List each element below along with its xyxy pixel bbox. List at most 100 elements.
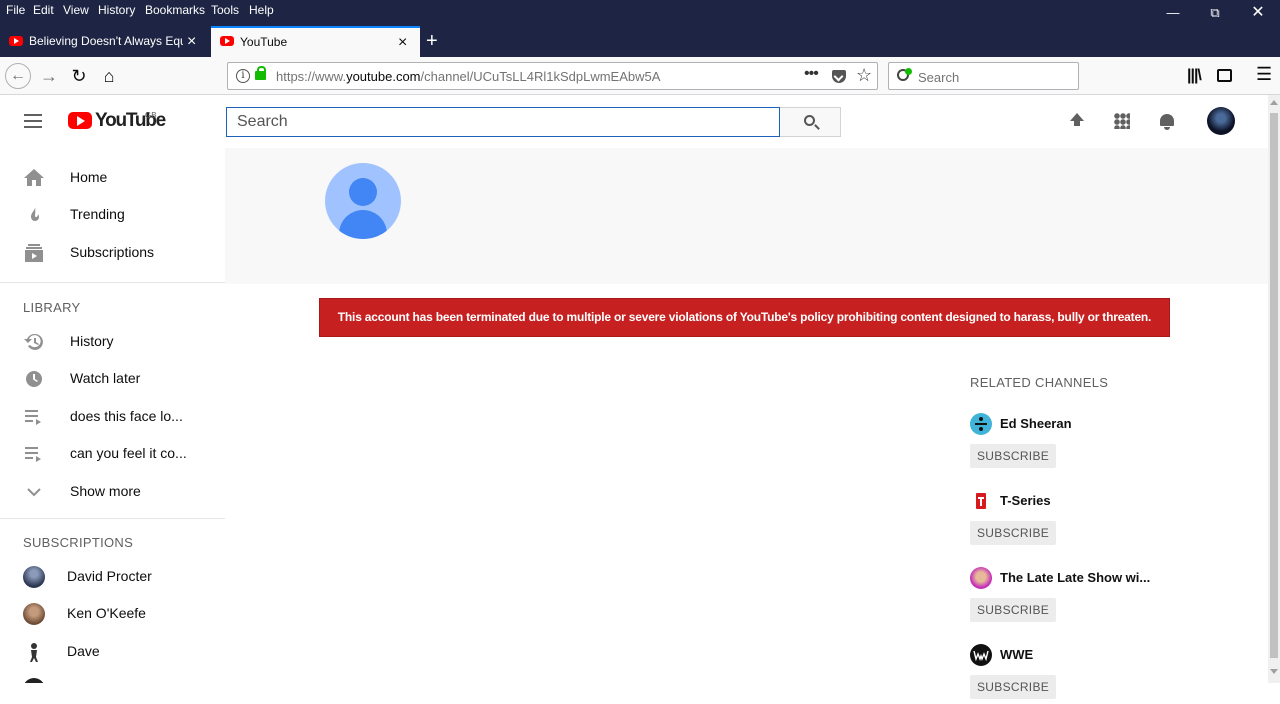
show-more-button[interactable]: Show more <box>0 473 225 510</box>
avatar[interactable] <box>970 567 992 589</box>
url-text: https://www.youtube.com/channel/UCuTsLL4… <box>276 69 661 84</box>
menu-view[interactable]: View <box>63 3 89 17</box>
youtube-search-input[interactable] <box>227 108 779 136</box>
minimize-button[interactable]: — <box>1150 0 1196 24</box>
youtube-search-button[interactable] <box>780 107 841 137</box>
sidebar-item-david-procter[interactable]: David Procter <box>0 558 225 595</box>
reload-icon[interactable]: ↻ <box>66 63 92 89</box>
navigation-toolbar: ← → ↻ ⌂ i https://www.youtube.com/channe… <box>0 57 1280 95</box>
notifications-bell-icon[interactable] <box>1159 113 1175 130</box>
youtube-logo-icon[interactable] <box>68 112 92 129</box>
youtube-favicon-icon <box>220 36 234 46</box>
menu-help[interactable]: Help <box>249 3 274 17</box>
sidebar-item-playlist-2[interactable]: can you feel it co... <box>0 435 225 472</box>
sidebar-item-trending[interactable]: Trending <box>0 196 225 233</box>
forward-arrow-icon[interactable]: → <box>36 63 62 89</box>
sidebar-item-watch-later[interactable]: Watch later <box>0 360 225 397</box>
tab-strip: Believing Doesn't Always Equal × YouTube… <box>0 24 1280 57</box>
sidebar-divider <box>0 518 225 519</box>
sidebar-item-ken-okeefe[interactable]: Ken O'Keefe <box>0 595 225 632</box>
related-channels-heading: RELATED CHANNELS <box>970 375 1109 390</box>
avatar[interactable] <box>970 413 992 435</box>
tab-title: YouTube <box>240 35 288 49</box>
sidebar-item-label: David Procter <box>67 568 152 584</box>
close-tab-icon[interactable]: × <box>398 28 407 57</box>
new-tab-icon[interactable]: + <box>426 27 438 55</box>
close-window-button[interactable]: ✕ <box>1235 0 1280 24</box>
channel-name[interactable]: T-Series <box>1000 493 1051 508</box>
sidebar-toggle-icon[interactable] <box>1217 69 1232 82</box>
menu-bookmarks[interactable]: Bookmarks <box>145 3 205 17</box>
guide-sidebar: Home Trending Subscriptions LIBRARY Hist… <box>0 148 225 683</box>
home-icon <box>24 169 44 186</box>
avatar <box>23 566 45 588</box>
guide-menu-icon[interactable] <box>24 114 42 128</box>
subscribe-button[interactable]: SUBSCRIBE <box>970 444 1057 468</box>
sidebar-item-label: History <box>70 333 114 349</box>
browser-search-field[interactable]: Search <box>888 62 1079 90</box>
related-channel-ed-sheeran: Ed Sheeran SUBSCRIBE <box>970 413 1230 473</box>
library-icon[interactable]: |||\ <box>1187 67 1202 85</box>
tab-youtube[interactable]: YouTube × <box>211 26 420 57</box>
youtube-header: YouTube GB <box>0 95 1268 148</box>
bookmark-star-icon[interactable]: ☆ <box>856 65 872 86</box>
sidebar-item-subscriptions[interactable]: Subscriptions <box>0 234 225 271</box>
url-bar[interactable]: i https://www.youtube.com/channel/UCuTsL… <box>227 62 878 90</box>
upload-icon[interactable] <box>1069 113 1085 130</box>
avatar <box>23 678 45 683</box>
apps-grid-icon[interactable] <box>1114 113 1130 129</box>
page-actions-icon[interactable]: ••• <box>804 65 819 83</box>
home-icon[interactable]: ⌂ <box>96 63 122 89</box>
sidebar-item-label: Show more <box>70 483 141 499</box>
scroll-up-icon[interactable] <box>1270 100 1278 105</box>
scrollbar-thumb[interactable] <box>1270 113 1278 658</box>
playlist-icon <box>25 410 41 425</box>
related-channel-t-series: T-Series SUBSCRIBE <box>970 490 1230 550</box>
sidebar-item-playlist-1[interactable]: does this face lo... <box>0 398 225 435</box>
country-code: GB <box>145 111 157 120</box>
sidebar-item-dave[interactable]: Dave <box>0 633 225 670</box>
channel-name[interactable]: The Late Late Show wi... <box>1000 570 1150 585</box>
channel-name[interactable]: WWE <box>1000 647 1033 662</box>
chevron-down-icon <box>27 488 41 497</box>
sidebar-item-label: Home <box>70 169 108 185</box>
subscribe-button[interactable]: SUBSCRIBE <box>970 598 1057 622</box>
menu-history[interactable]: History <box>98 3 135 17</box>
playlist-icon <box>25 447 41 462</box>
clock-icon <box>26 371 42 387</box>
flame-icon <box>31 206 39 221</box>
restore-button[interactable]: ⧉ <box>1192 0 1238 24</box>
subscriptions-icon <box>25 244 43 262</box>
avatar[interactable] <box>970 644 992 666</box>
pocket-icon[interactable] <box>832 70 846 83</box>
related-channel-wwe: WWE SUBSCRIBE <box>970 644 1230 704</box>
termination-alert: This account has been terminated due to … <box>319 298 1170 337</box>
back-arrow-icon[interactable]: ← <box>5 63 31 89</box>
search-placeholder: Search <box>918 70 960 85</box>
sidebar-item-label: Ken O'Keefe <box>67 605 146 621</box>
menu-file[interactable]: File <box>6 3 25 17</box>
open-menu-icon[interactable]: ☰ <box>1256 64 1272 85</box>
sidebar-item-label: Subscriptions <box>70 244 155 260</box>
menu-edit[interactable]: Edit <box>33 3 54 17</box>
page-scrollbar[interactable] <box>1268 95 1280 683</box>
subscriptions-heading: SUBSCRIPTIONS <box>23 535 134 550</box>
channel-name[interactable]: Ed Sheeran <box>1000 416 1072 431</box>
youtube-favicon-icon <box>9 36 23 46</box>
lock-icon <box>255 66 266 80</box>
menu-tools[interactable]: Tools <box>211 3 239 17</box>
sidebar-item-history[interactable]: History <box>0 323 225 360</box>
youtube-search-box <box>226 107 780 137</box>
sidebar-item-partial[interactable] <box>0 670 225 683</box>
scroll-down-icon[interactable] <box>1270 669 1278 674</box>
channel-page: This account has been terminated due to … <box>225 148 1268 699</box>
avatar[interactable] <box>970 490 992 512</box>
account-avatar[interactable] <box>1207 107 1235 135</box>
subscribe-button[interactable]: SUBSCRIBE <box>970 521 1057 545</box>
subscribe-button[interactable]: SUBSCRIBE <box>970 675 1057 699</box>
sidebar-item-home[interactable]: Home <box>0 159 225 196</box>
tab-believing[interactable]: Believing Doesn't Always Equal × <box>0 26 210 57</box>
info-icon[interactable]: i <box>236 69 250 83</box>
close-tab-icon[interactable]: × <box>187 26 196 57</box>
library-heading: LIBRARY <box>23 300 81 315</box>
